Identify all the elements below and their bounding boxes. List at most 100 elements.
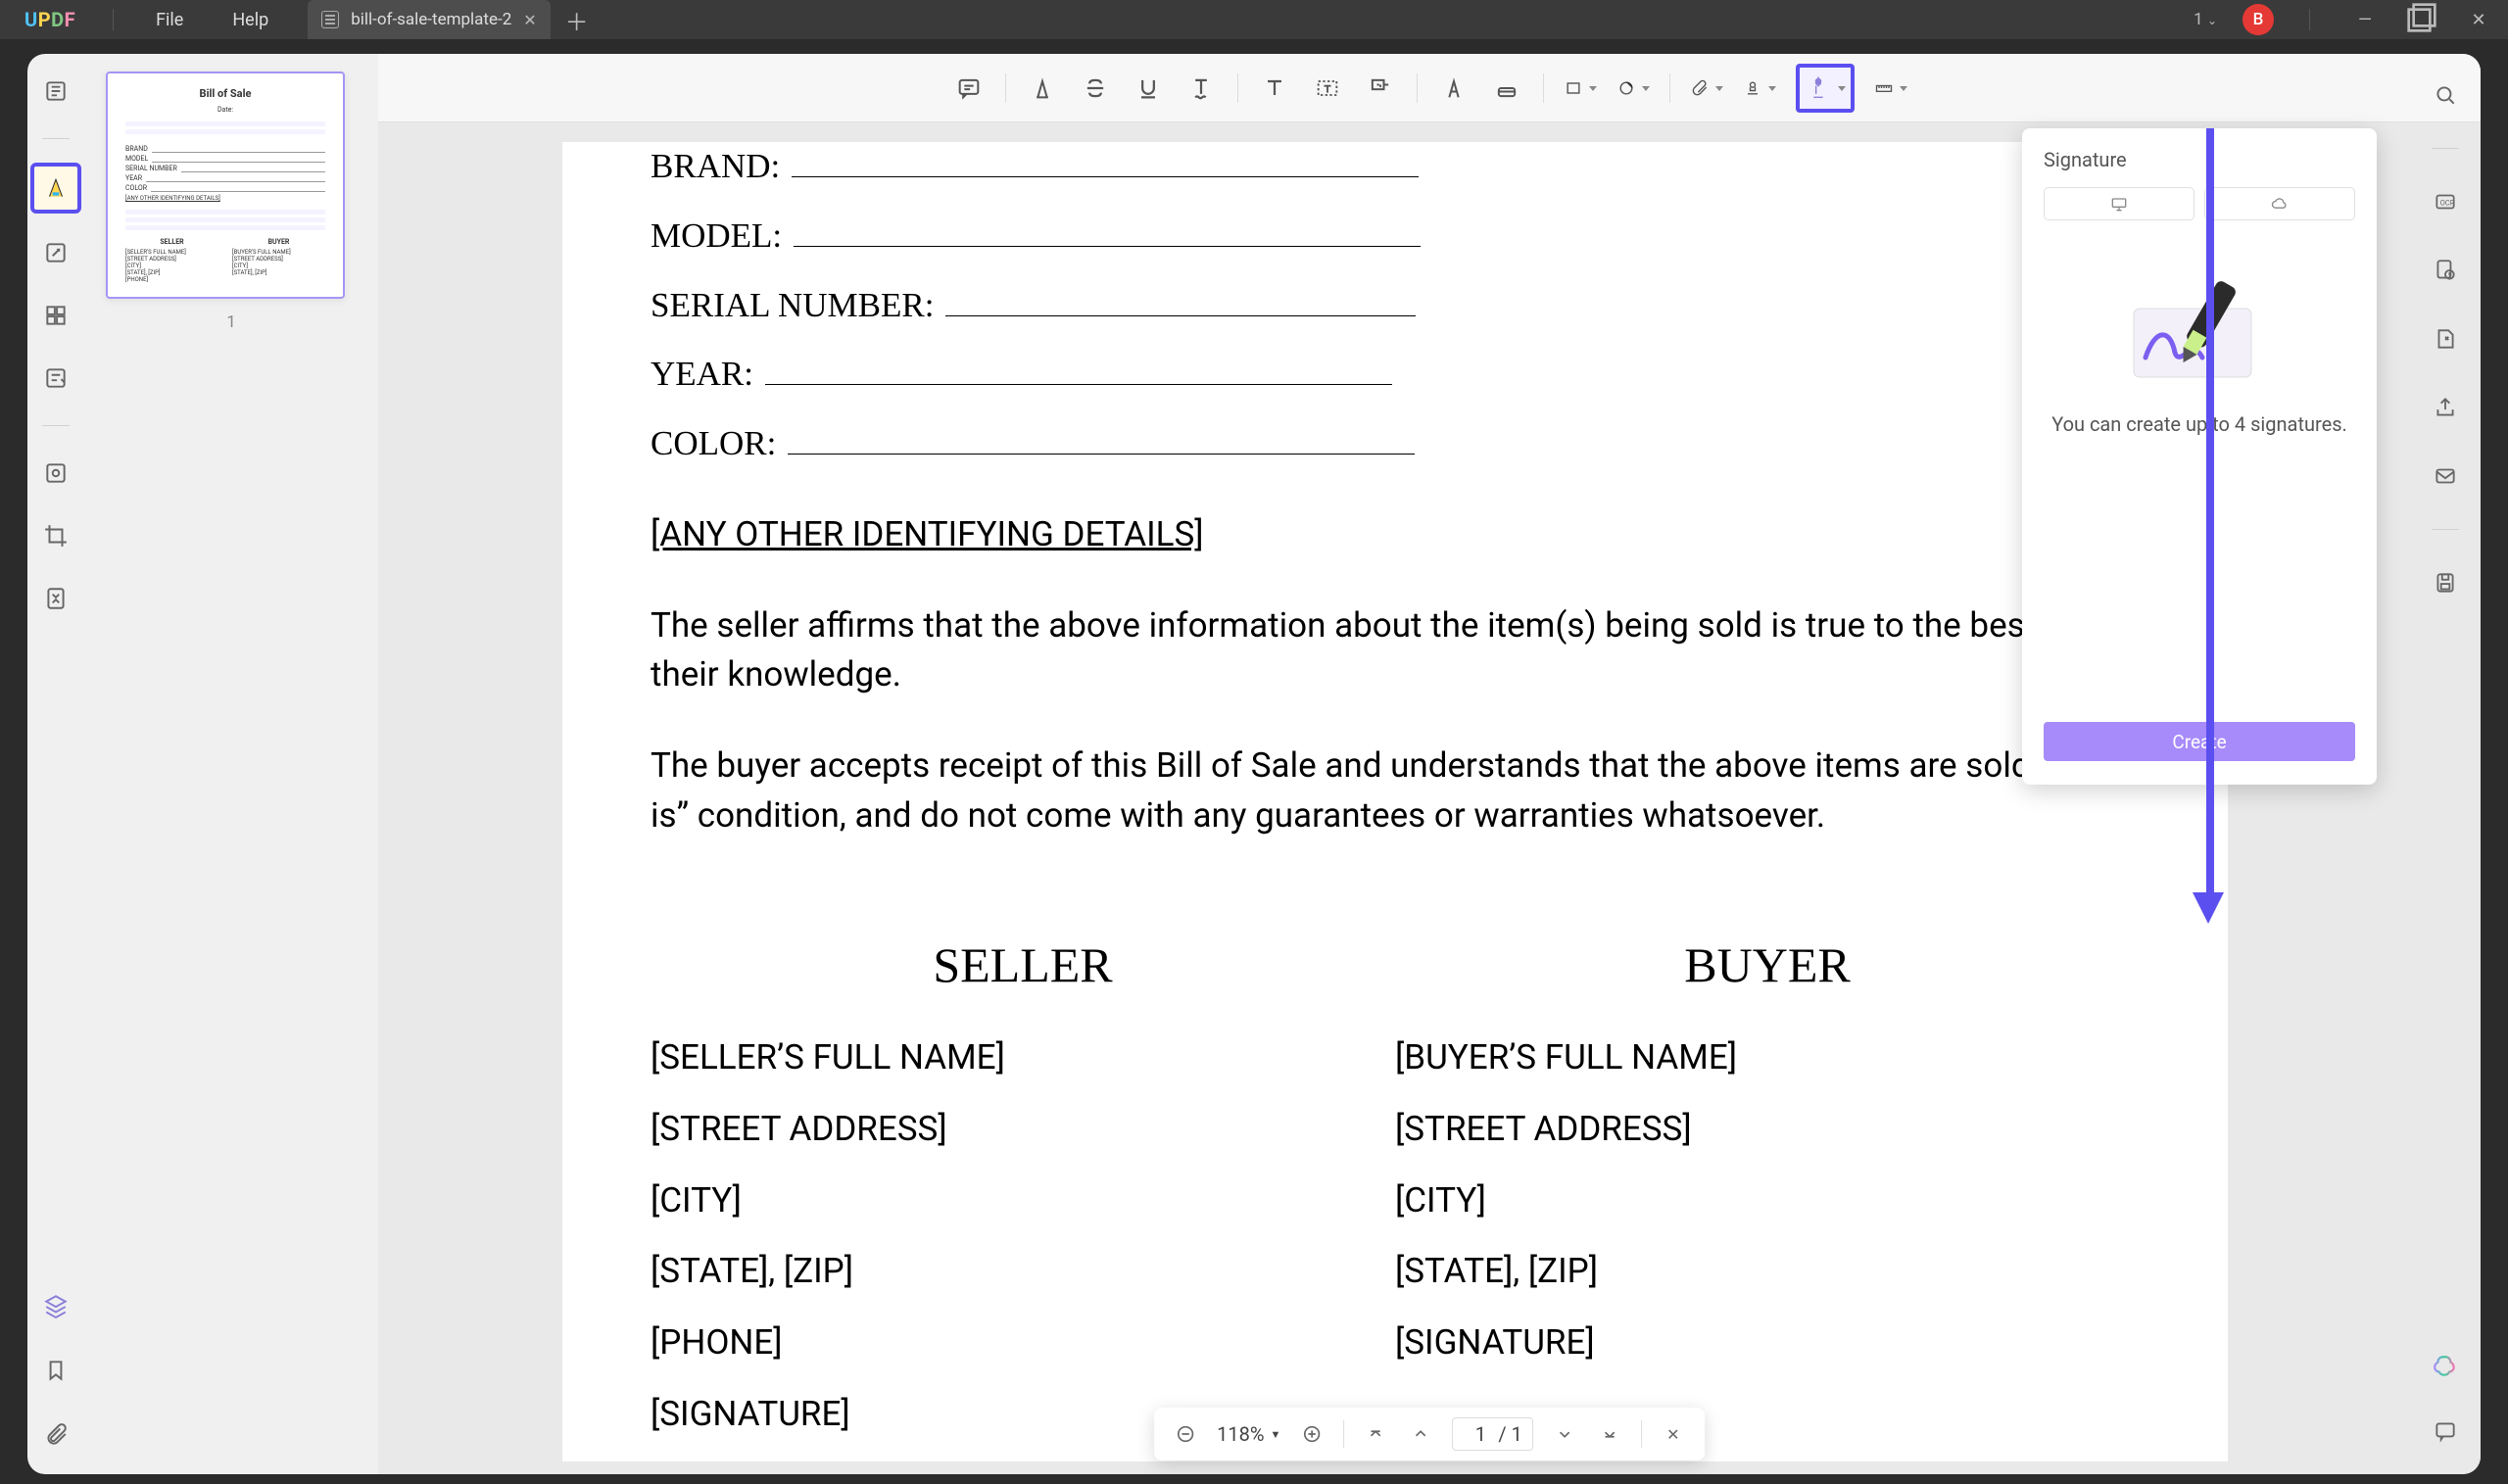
prev-page-button[interactable] — [1407, 1420, 1434, 1448]
attachment-dropdown[interactable] — [1690, 72, 1723, 105]
signature-title: Signature — [2044, 148, 2355, 171]
document-tab[interactable]: bill-of-sale-template-2 ✕ — [308, 0, 550, 39]
ocr-icon[interactable]: OCR — [2428, 184, 2463, 219]
attachment-icon[interactable] — [38, 1417, 73, 1453]
tab-close-icon[interactable]: ✕ — [523, 11, 536, 29]
titlebar: UPDF File Help bill-of-sale-template-2 ✕… — [0, 0, 2508, 39]
seller-street: [STREET ADDRESS] — [651, 1105, 1395, 1155]
minimize-button[interactable]: — — [2345, 10, 2385, 30]
export-icon[interactable] — [2428, 321, 2463, 357]
share-icon[interactable] — [2428, 390, 2463, 425]
avatar[interactable]: B — [2243, 4, 2274, 35]
signature-dropdown[interactable] — [1796, 64, 1855, 113]
comment-icon[interactable] — [952, 72, 986, 105]
menu-file[interactable]: File — [131, 10, 208, 30]
reader-mode-icon[interactable] — [38, 73, 73, 109]
separator — [113, 9, 114, 30]
compress-icon[interactable] — [38, 581, 73, 616]
first-page-button[interactable] — [1362, 1420, 1389, 1448]
separator — [2432, 148, 2459, 149]
pencil-icon[interactable] — [1437, 72, 1471, 105]
page-input-group: / 1 — [1452, 1417, 1532, 1451]
underline-icon[interactable] — [1132, 72, 1165, 105]
seller-name: [SELLER’S FULL NAME] — [651, 1033, 1395, 1083]
workspace: Bill of Sale Date: BRAND MODEL SERIAL NU… — [27, 54, 2481, 1474]
other-details-label: [ANY OTHER IDENTIFYING DETAILS] — [651, 510, 1204, 560]
annotation-toolbar — [378, 54, 2481, 122]
zoom-in-button[interactable] — [1298, 1420, 1326, 1448]
ai-icon[interactable] — [2428, 1349, 2463, 1384]
signature-cloud-tab[interactable] — [2204, 187, 2355, 220]
menu-help[interactable]: Help — [208, 10, 293, 30]
app-logo: UPDF — [24, 8, 75, 31]
thumb-date: Date: — [125, 106, 325, 114]
crop-icon[interactable] — [38, 518, 73, 553]
zoom-bar: 118%▼ / 1 ✕ — [1154, 1408, 1705, 1460]
ruler-dropdown[interactable] — [1874, 72, 1907, 105]
tab-title: bill-of-sale-template-2 — [351, 10, 511, 29]
rectangle-dropdown[interactable] — [1564, 72, 1597, 105]
textbox-icon[interactable] — [1311, 72, 1344, 105]
signature-illustration — [2044, 269, 2355, 387]
document-page: BRAND: MODEL: SERIAL NUMBER: YEAR: COLOR… — [562, 142, 2228, 1461]
text-icon[interactable] — [1258, 72, 1291, 105]
seller-state: [STATE], [ZIP] — [651, 1247, 1395, 1297]
thumbnail-page-number: 1 — [106, 312, 357, 332]
separator — [2432, 529, 2459, 530]
zoom-out-button[interactable] — [1172, 1420, 1199, 1448]
right-rail: OCR — [2410, 54, 2481, 1474]
form-mode-icon[interactable] — [38, 360, 73, 396]
buyer-signature: [SIGNATURE] — [1395, 1318, 2140, 1368]
stamp-dropdown[interactable] — [1743, 72, 1776, 105]
chat-icon[interactable] — [2428, 1413, 2463, 1449]
para-buyer-accept: The buyer accepts receipt of this Bill o… — [651, 742, 2140, 841]
seller-city: [CITY] — [651, 1176, 1395, 1226]
close-zoombar-button[interactable]: ✕ — [1660, 1420, 1687, 1448]
redact-icon[interactable] — [38, 455, 73, 491]
create-signature-button[interactable]: Create — [2044, 722, 2355, 761]
page-indicator[interactable]: 1 ⌄ — [2194, 10, 2217, 29]
separator — [42, 138, 70, 139]
separator — [1669, 73, 1670, 103]
last-page-button[interactable] — [1596, 1420, 1623, 1448]
protect-icon[interactable] — [2428, 253, 2463, 288]
shape-dropdown[interactable] — [1616, 72, 1650, 105]
signature-local-tab[interactable] — [2044, 187, 2194, 220]
comment-mode-icon[interactable] — [30, 163, 81, 214]
bookmark-icon[interactable] — [38, 1353, 73, 1388]
thumb-title: Bill of Sale — [125, 87, 325, 100]
svg-text:OCR: OCR — [2440, 198, 2455, 207]
callout-icon[interactable] — [1364, 72, 1397, 105]
next-page-button[interactable] — [1551, 1420, 1578, 1448]
separator — [1005, 73, 1006, 103]
separator — [1543, 73, 1544, 103]
save-icon[interactable] — [2428, 565, 2463, 600]
eraser-icon[interactable] — [1490, 72, 1523, 105]
field-year-label: YEAR: — [651, 350, 753, 400]
zoom-level[interactable]: 118%▼ — [1217, 1422, 1280, 1446]
organize-mode-icon[interactable] — [38, 298, 73, 333]
close-button[interactable]: ✕ — [2459, 10, 2498, 30]
page-thumbnail[interactable]: Bill of Sale Date: BRAND MODEL SERIAL NU… — [106, 72, 345, 299]
buyer-state: [STATE], [ZIP] — [1395, 1247, 2140, 1297]
strikethrough-icon[interactable] — [1079, 72, 1112, 105]
separator — [1641, 1420, 1642, 1448]
highlight-icon[interactable] — [1026, 72, 1059, 105]
separator — [1417, 73, 1418, 103]
field-model-label: MODEL: — [651, 212, 782, 262]
separator — [1343, 1420, 1344, 1448]
new-tab-button[interactable]: ＋ — [562, 3, 592, 37]
page-current-input[interactable] — [1463, 1422, 1498, 1446]
page-separator: / — [1498, 1422, 1506, 1446]
search-icon[interactable] — [2428, 77, 2463, 113]
squiggly-icon[interactable] — [1184, 72, 1218, 105]
buyer-street: [STREET ADDRESS] — [1395, 1105, 2140, 1155]
edit-mode-icon[interactable] — [38, 235, 73, 270]
tab-doc-icon — [321, 11, 339, 28]
layers-icon[interactable] — [38, 1288, 73, 1323]
document-area: BRAND: MODEL: SERIAL NUMBER: YEAR: COLOR… — [378, 54, 2481, 1474]
field-color-label: COLOR: — [651, 419, 776, 469]
maximize-button[interactable] — [2402, 0, 2441, 42]
email-icon[interactable] — [2428, 458, 2463, 494]
buyer-city: [CITY] — [1395, 1176, 2140, 1226]
